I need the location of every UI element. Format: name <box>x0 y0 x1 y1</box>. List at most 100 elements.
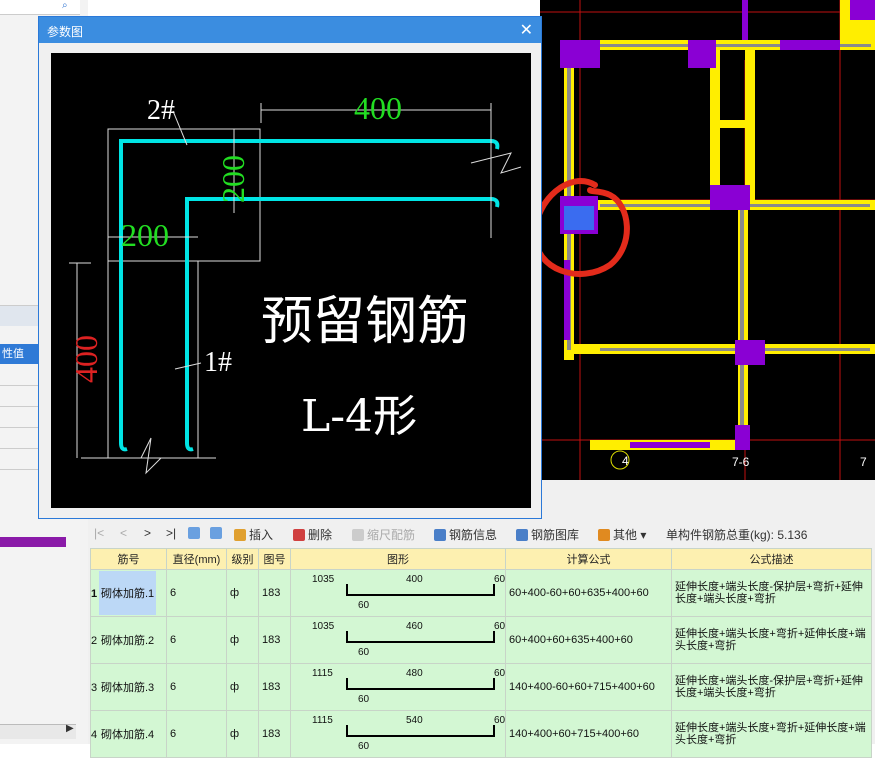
bar2-label: 2# <box>147 95 175 126</box>
shape-outline <box>346 678 495 690</box>
shape-outline <box>346 725 495 737</box>
insert-button[interactable]: 插入 <box>234 526 273 543</box>
move-up-button[interactable] <box>188 526 203 540</box>
insert-icon <box>234 529 246 541</box>
shape-cell[interactable]: 1115 540 60 60 <box>290 710 506 758</box>
formula-cell[interactable]: 140+400+60+715+400+60 <box>505 710 672 758</box>
table-row[interactable]: 1 砌体加筋.1 6 ф 183 1035 400 60 60 60+400-60+60… <box>90 569 872 617</box>
diameter-cell[interactable]: 6 <box>166 569 227 617</box>
rebar-library-label: 钢筋图库 <box>531 528 580 542</box>
prev-record-button[interactable]: < <box>120 526 127 540</box>
figure-number-cell[interactable]: 183 <box>258 663 291 711</box>
shape-outline <box>346 584 495 596</box>
formula-desc-cell[interactable]: 延伸长度+端头长度+弯折+延伸长度+端头长度+弯折 <box>671 616 872 664</box>
shape-left-dim: 1115 <box>312 715 333 726</box>
property-value-header: 性值 <box>0 344 42 364</box>
figure-number-cell[interactable]: 183 <box>258 569 291 617</box>
col-header[interactable]: 级别 <box>226 548 259 570</box>
dialog-title: 参数图 <box>47 25 84 39</box>
col-header[interactable]: 公式描述 <box>671 548 872 570</box>
table-row[interactable]: 2 砌体加筋.2 6 ф 183 1035 460 60 60 60+400+60+63… <box>90 616 872 664</box>
col-header[interactable]: 计算公式 <box>505 548 672 570</box>
table-header-row: 筋号 直径(mm) 级别 图号 图形 计算公式 公式描述 <box>90 548 872 570</box>
dim-side-label: 200 <box>215 155 251 203</box>
axis-label: 7-6 <box>732 455 750 469</box>
bar1-label: 1# <box>204 347 232 378</box>
scroll-right-icon[interactable]: ▶ <box>66 723 74 734</box>
cad-drawing-view[interactable]: 4 7-6 7 <box>540 0 875 480</box>
other-label: 其他 <box>613 528 638 542</box>
dim-left-label: 400 <box>68 335 104 383</box>
figure-number-cell[interactable]: 183 <box>258 616 291 664</box>
shape-right-dim: 60 <box>494 715 506 726</box>
next-record-button[interactable]: > <box>144 526 151 540</box>
rebar-name-cell[interactable]: 砌体加筋.3 <box>99 665 156 709</box>
shape-cell[interactable]: 1035 400 60 60 <box>290 569 506 617</box>
rebar-toolbar: |< < > >| 插入 删除 缩尺配筋 钢筋信息 钢筋图库 其他 ▾ 单构件钢… <box>88 520 875 548</box>
parameter-diagram-dialog: 参数图 ✕ 2# 1# 400 200 200 400 预留钢筋 L-4形 <box>38 16 542 519</box>
table-row[interactable]: 4 砌体加筋.4 6 ф 183 1115 540 60 60 140+400+60+7… <box>90 710 872 758</box>
dialog-titlebar[interactable]: 参数图 ✕ <box>39 17 541 43</box>
search-box[interactable] <box>0 0 80 15</box>
shape-right-dim: 60 <box>494 621 506 632</box>
rebar-table: 筋号 直径(mm) 级别 图号 图形 计算公式 公式描述 1 砌体加筋.1 6 ф… <box>90 548 872 758</box>
diameter-cell[interactable]: 6 <box>166 616 227 664</box>
shape-bottom-dim: 60 <box>358 600 370 611</box>
formula-desc-cell[interactable]: 延伸长度+端头长度+弯折+延伸长度+端头长度+弯折 <box>671 710 872 758</box>
insert-label: 插入 <box>249 528 274 542</box>
library-icon <box>516 529 528 541</box>
table-row[interactable]: 3 砌体加筋.3 6 ф 183 1115 480 60 60 140+400-60+6… <box>90 663 872 711</box>
diameter-cell[interactable]: 6 <box>166 710 227 758</box>
row-number: 4 <box>91 729 98 741</box>
rebar-name-cell[interactable]: 砌体加筋.4 <box>99 712 156 756</box>
close-icon[interactable]: ✕ <box>520 20 533 40</box>
shape-outline <box>346 631 495 643</box>
col-header[interactable]: 图号 <box>258 548 291 570</box>
col-header[interactable]: 图形 <box>290 548 506 570</box>
shape-right-dim: 60 <box>494 668 506 679</box>
diameter-cell[interactable]: 6 <box>166 663 227 711</box>
col-header[interactable]: 筋号 <box>90 548 167 570</box>
purple-bar <box>0 537 66 547</box>
move-down-button[interactable] <box>210 526 225 540</box>
grade-cell[interactable]: ф <box>226 616 259 664</box>
first-record-button[interactable]: |< <box>94 526 104 540</box>
ruler-icon <box>352 529 364 541</box>
rebar-info-button[interactable]: 钢筋信息 <box>434 526 497 543</box>
formula-cell[interactable]: 60+400-60+60+635+400+60 <box>505 569 672 617</box>
grade-cell[interactable]: ф <box>226 710 259 758</box>
grade-cell[interactable]: ф <box>226 569 259 617</box>
shape-cell[interactable]: 1035 460 60 60 <box>290 616 506 664</box>
formula-desc-cell[interactable]: 延伸长度+端头长度-保护层+弯折+延伸长度+端头长度+弯折 <box>671 663 872 711</box>
cad-floor-plan: 4 7-6 7 <box>540 0 875 480</box>
axis-label: 7 <box>860 455 867 469</box>
other-icon <box>598 529 610 541</box>
shape-bottom-dim: 60 <box>358 741 370 752</box>
formula-desc-cell[interactable]: 延伸长度+端头长度-保护层+弯折+延伸长度+端头长度+弯折 <box>671 569 872 617</box>
shape-left-dim: 1035 <box>312 621 335 632</box>
last-record-button[interactable]: >| <box>166 526 176 540</box>
rebar-name-cell[interactable]: 砌体加筋.1 <box>99 571 157 615</box>
info-icon <box>434 529 446 541</box>
formula-cell[interactable]: 140+400-60+60+715+400+60 <box>505 663 672 711</box>
scale-rebar-label: 缩尺配筋 <box>367 528 416 542</box>
row-number: 3 <box>91 682 98 694</box>
delete-button[interactable]: 删除 <box>293 526 332 543</box>
horizontal-scrollbar[interactable] <box>0 724 76 739</box>
rebar-library-button[interactable]: 钢筋图库 <box>516 526 579 543</box>
total-weight-label: 单构件钢筋总重(kg): 5.136 <box>666 528 808 542</box>
diagram-subtitle: L-4形 <box>301 391 417 442</box>
figure-number-cell[interactable]: 183 <box>258 710 291 758</box>
diagram-canvas: 2# 1# 400 200 200 400 预留钢筋 L-4形 <box>51 53 531 508</box>
rebar-l-shape-diagram: 2# 1# 400 200 200 400 预留钢筋 L-4形 <box>68 90 522 475</box>
shape-left-dim: 1035 <box>312 574 335 585</box>
search-icon[interactable]: ⌕ <box>62 0 68 11</box>
shape-left-dim: 1115 <box>312 668 333 679</box>
scale-rebar-button[interactable]: 缩尺配筋 <box>352 526 415 543</box>
shape-cell[interactable]: 1115 480 60 60 <box>290 663 506 711</box>
formula-cell[interactable]: 60+400+60+635+400+60 <box>505 616 672 664</box>
other-menu-button[interactable]: 其他 ▾ <box>598 526 646 543</box>
col-header[interactable]: 直径(mm) <box>166 548 227 570</box>
grade-cell[interactable]: ф <box>226 663 259 711</box>
rebar-name-cell[interactable]: 砌体加筋.2 <box>99 618 156 662</box>
